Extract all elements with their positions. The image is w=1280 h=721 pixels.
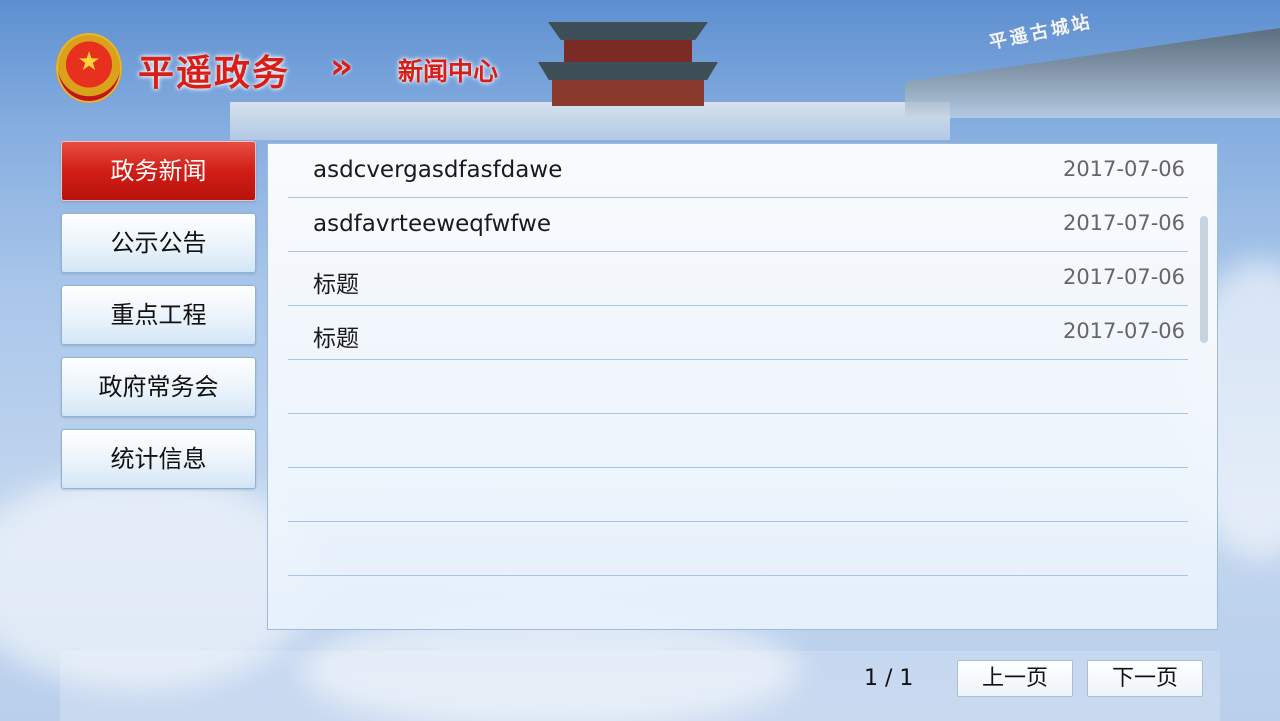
list-scrollbar[interactable]	[1200, 216, 1208, 343]
news-row[interactable]: asdfavrteeweqfwfwe 2017-07-06	[288, 198, 1188, 252]
national-emblem-icon	[56, 33, 122, 103]
news-row-empty	[288, 468, 1188, 522]
news-row-empty	[288, 414, 1188, 468]
news-title[interactable]: 标题	[313, 265, 359, 299]
sidebar-item-key-projects[interactable]: 重点工程	[61, 285, 256, 345]
sidebar-nav: 政务新闻 公示公告 重点工程 政府常务会 统计信息	[61, 141, 256, 501]
news-row[interactable]: 标题 2017-07-06	[288, 252, 1188, 306]
news-list-panel: asdcvergasdfasfdawe 2017-07-06 asdfavrte…	[267, 143, 1218, 630]
city-wall-image	[230, 102, 950, 140]
sidebar-item-executive-meetings[interactable]: 政府常务会	[61, 357, 256, 417]
news-date: 2017-07-06	[1062, 157, 1185, 181]
station-building-image	[905, 28, 1280, 118]
sidebar-item-gov-news[interactable]: 政务新闻	[61, 141, 256, 201]
news-row-empty	[288, 522, 1188, 576]
news-title[interactable]: 标题	[313, 319, 359, 353]
sidebar-item-statistics[interactable]: 统计信息	[61, 429, 256, 489]
news-date: 2017-07-06	[1062, 265, 1185, 289]
section-title: 新闻中心	[398, 57, 499, 86]
news-title[interactable]: asdfavrteeweqfwfwe	[313, 211, 551, 237]
news-row[interactable]: asdcvergasdfasfdawe 2017-07-06	[288, 144, 1188, 198]
prev-page-button[interactable]: 上一页	[957, 660, 1073, 697]
news-row[interactable]: 标题 2017-07-06	[288, 306, 1188, 360]
header: 平遥古城站 平遥政务 » 新闻中心	[0, 0, 1280, 140]
news-row-empty	[288, 360, 1188, 414]
page-indicator: 1 / 1	[864, 666, 914, 691]
news-title[interactable]: asdcvergasdfasfdawe	[313, 157, 562, 183]
sidebar-item-announcements[interactable]: 公示公告	[61, 213, 256, 273]
site-title: 平遥政务	[138, 53, 291, 94]
chevron-right-icon: »	[330, 46, 354, 87]
news-date: 2017-07-06	[1062, 319, 1185, 343]
gate-tower-image	[538, 12, 718, 106]
news-date: 2017-07-06	[1062, 211, 1185, 235]
station-name-sign: 平遥古城站	[987, 11, 1095, 54]
next-page-button[interactable]: 下一页	[1087, 660, 1203, 697]
news-list: asdcvergasdfasfdawe 2017-07-06 asdfavrte…	[288, 144, 1188, 576]
